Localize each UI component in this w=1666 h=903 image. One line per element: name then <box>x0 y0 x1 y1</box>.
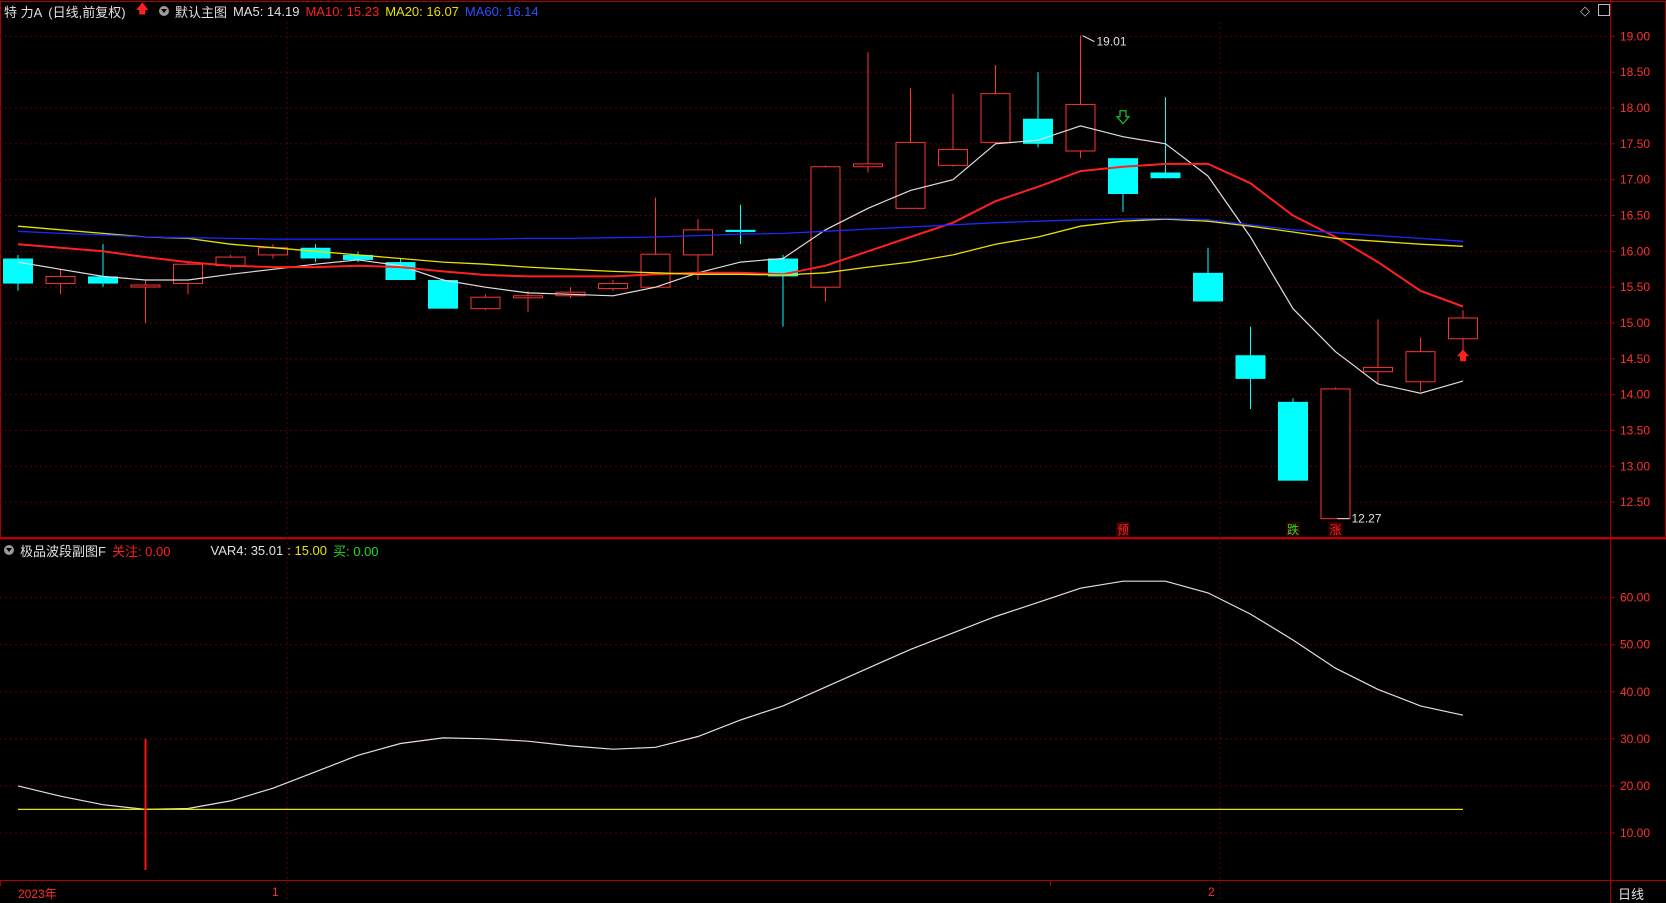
time-axis: 2023年 1 2 日线 <box>0 881 1666 903</box>
kline-chart: 19.00 18.50 18.00 17.50 17.00 16.50 16.00 15.50… <box>0 0 1666 903</box>
period-button[interactable]: 日线 <box>1618 884 1644 903</box>
month-label-2: 2 <box>1208 885 1215 899</box>
up-arrow-icon: 🡅 <box>135 1 149 16</box>
candle <box>1108 158 1138 194</box>
var15-value: : 15.00 <box>287 542 328 558</box>
sub-line-var4 <box>17 580 1464 811</box>
candle <box>853 163 883 168</box>
candle <box>980 93 1011 143</box>
sub-chart-header: 极品波段副图F 关注: 0.00 VAR4: 35.01 : 15.00 买: … <box>0 539 385 561</box>
candle <box>895 141 926 209</box>
candle <box>130 284 161 288</box>
focus-value: 关注: 0.00 <box>111 543 171 559</box>
y-tick-label: 19.00 <box>1620 29 1650 43</box>
buy-value: 买: 0.00 <box>333 543 379 559</box>
y-tick-label: 13.00 <box>1620 459 1650 473</box>
candle <box>1363 366 1393 373</box>
candle <box>1235 355 1266 379</box>
candle <box>45 275 76 285</box>
candle <box>1193 272 1223 302</box>
candle <box>1065 103 1096 152</box>
signal-label: 涨 <box>1329 522 1341 537</box>
y-tick-label: 15.50 <box>1620 280 1650 294</box>
signal-label: 跌 <box>1287 522 1299 537</box>
y-tick-label: 20.00 <box>1620 779 1650 793</box>
y-tick-label: 18.50 <box>1620 65 1650 79</box>
ma10-value: MA10: 15.23 <box>305 3 380 19</box>
candle <box>1405 351 1436 383</box>
y-tick-label: 10.00 <box>1620 826 1650 840</box>
candle <box>513 295 543 299</box>
candle <box>173 263 203 285</box>
price-annotation: 12.27 <box>1352 512 1382 526</box>
y-tick-label: 17.00 <box>1620 173 1650 187</box>
y-tick-label: 40.00 <box>1620 685 1650 699</box>
dropdown-icon[interactable] <box>4 545 14 555</box>
y-tick-label: 16.50 <box>1620 209 1650 223</box>
candle <box>640 253 671 288</box>
ma20-value: MA20: 16.07 <box>385 3 459 19</box>
candle <box>300 247 331 259</box>
price-annotation: 19.01 <box>1097 35 1127 49</box>
candle <box>470 296 501 310</box>
year-label: 2023年 <box>18 887 57 901</box>
y-tick-label: 13.50 <box>1620 424 1650 438</box>
candle <box>428 280 458 309</box>
y-tick-label: 14.50 <box>1620 352 1650 366</box>
y-tick-label: 17.50 <box>1620 137 1650 151</box>
template-name[interactable]: 默认主图 <box>175 2 227 21</box>
y-tick-label: 12.50 <box>1620 495 1650 509</box>
ma5-value: MA5: 14.19 <box>232 3 300 19</box>
y-tick-label: 60.00 <box>1620 591 1650 605</box>
var4-value: VAR4: 35.01 <box>210 542 284 558</box>
y-tick-label: 16.00 <box>1620 244 1650 258</box>
y-tick-label: 50.00 <box>1620 638 1650 652</box>
candle <box>1278 401 1308 481</box>
chart-mode: (日线,前复权) <box>48 4 126 20</box>
candle <box>938 149 968 166</box>
close-box-icon[interactable] <box>1598 4 1610 16</box>
annotation-pointer <box>1082 35 1095 43</box>
y-tick-label: 18.00 <box>1620 101 1650 115</box>
candle <box>683 229 713 256</box>
down-arrow-icon <box>1115 110 1131 125</box>
candle <box>725 229 756 232</box>
candle <box>1448 317 1478 340</box>
signal-label: 预 <box>1117 523 1129 537</box>
y-tick-label: 14.00 <box>1620 388 1650 402</box>
candle <box>1320 388 1351 520</box>
dropdown-icon[interactable] <box>158 6 169 16</box>
ma60-value: MA60: 16.14 <box>464 3 539 19</box>
main-chart-header: 特 力A (日线,前复权) 🡅 默认主图 MA5: 14.19 MA10: 15… <box>0 0 545 22</box>
up-arrow-icon <box>1457 349 1469 362</box>
candle <box>1150 172 1181 179</box>
month-label-1: 1 <box>272 885 279 899</box>
candle <box>598 283 628 290</box>
candle <box>810 166 841 288</box>
stock-name[interactable]: 特 力A <box>4 2 42 21</box>
diamond-icon[interactable]: ◇ <box>1580 3 1590 19</box>
y-tick-label: 30.00 <box>1620 732 1650 746</box>
y-tick-label: 15.00 <box>1620 316 1650 330</box>
indicator-name[interactable]: 极品波段副图F <box>20 541 106 560</box>
